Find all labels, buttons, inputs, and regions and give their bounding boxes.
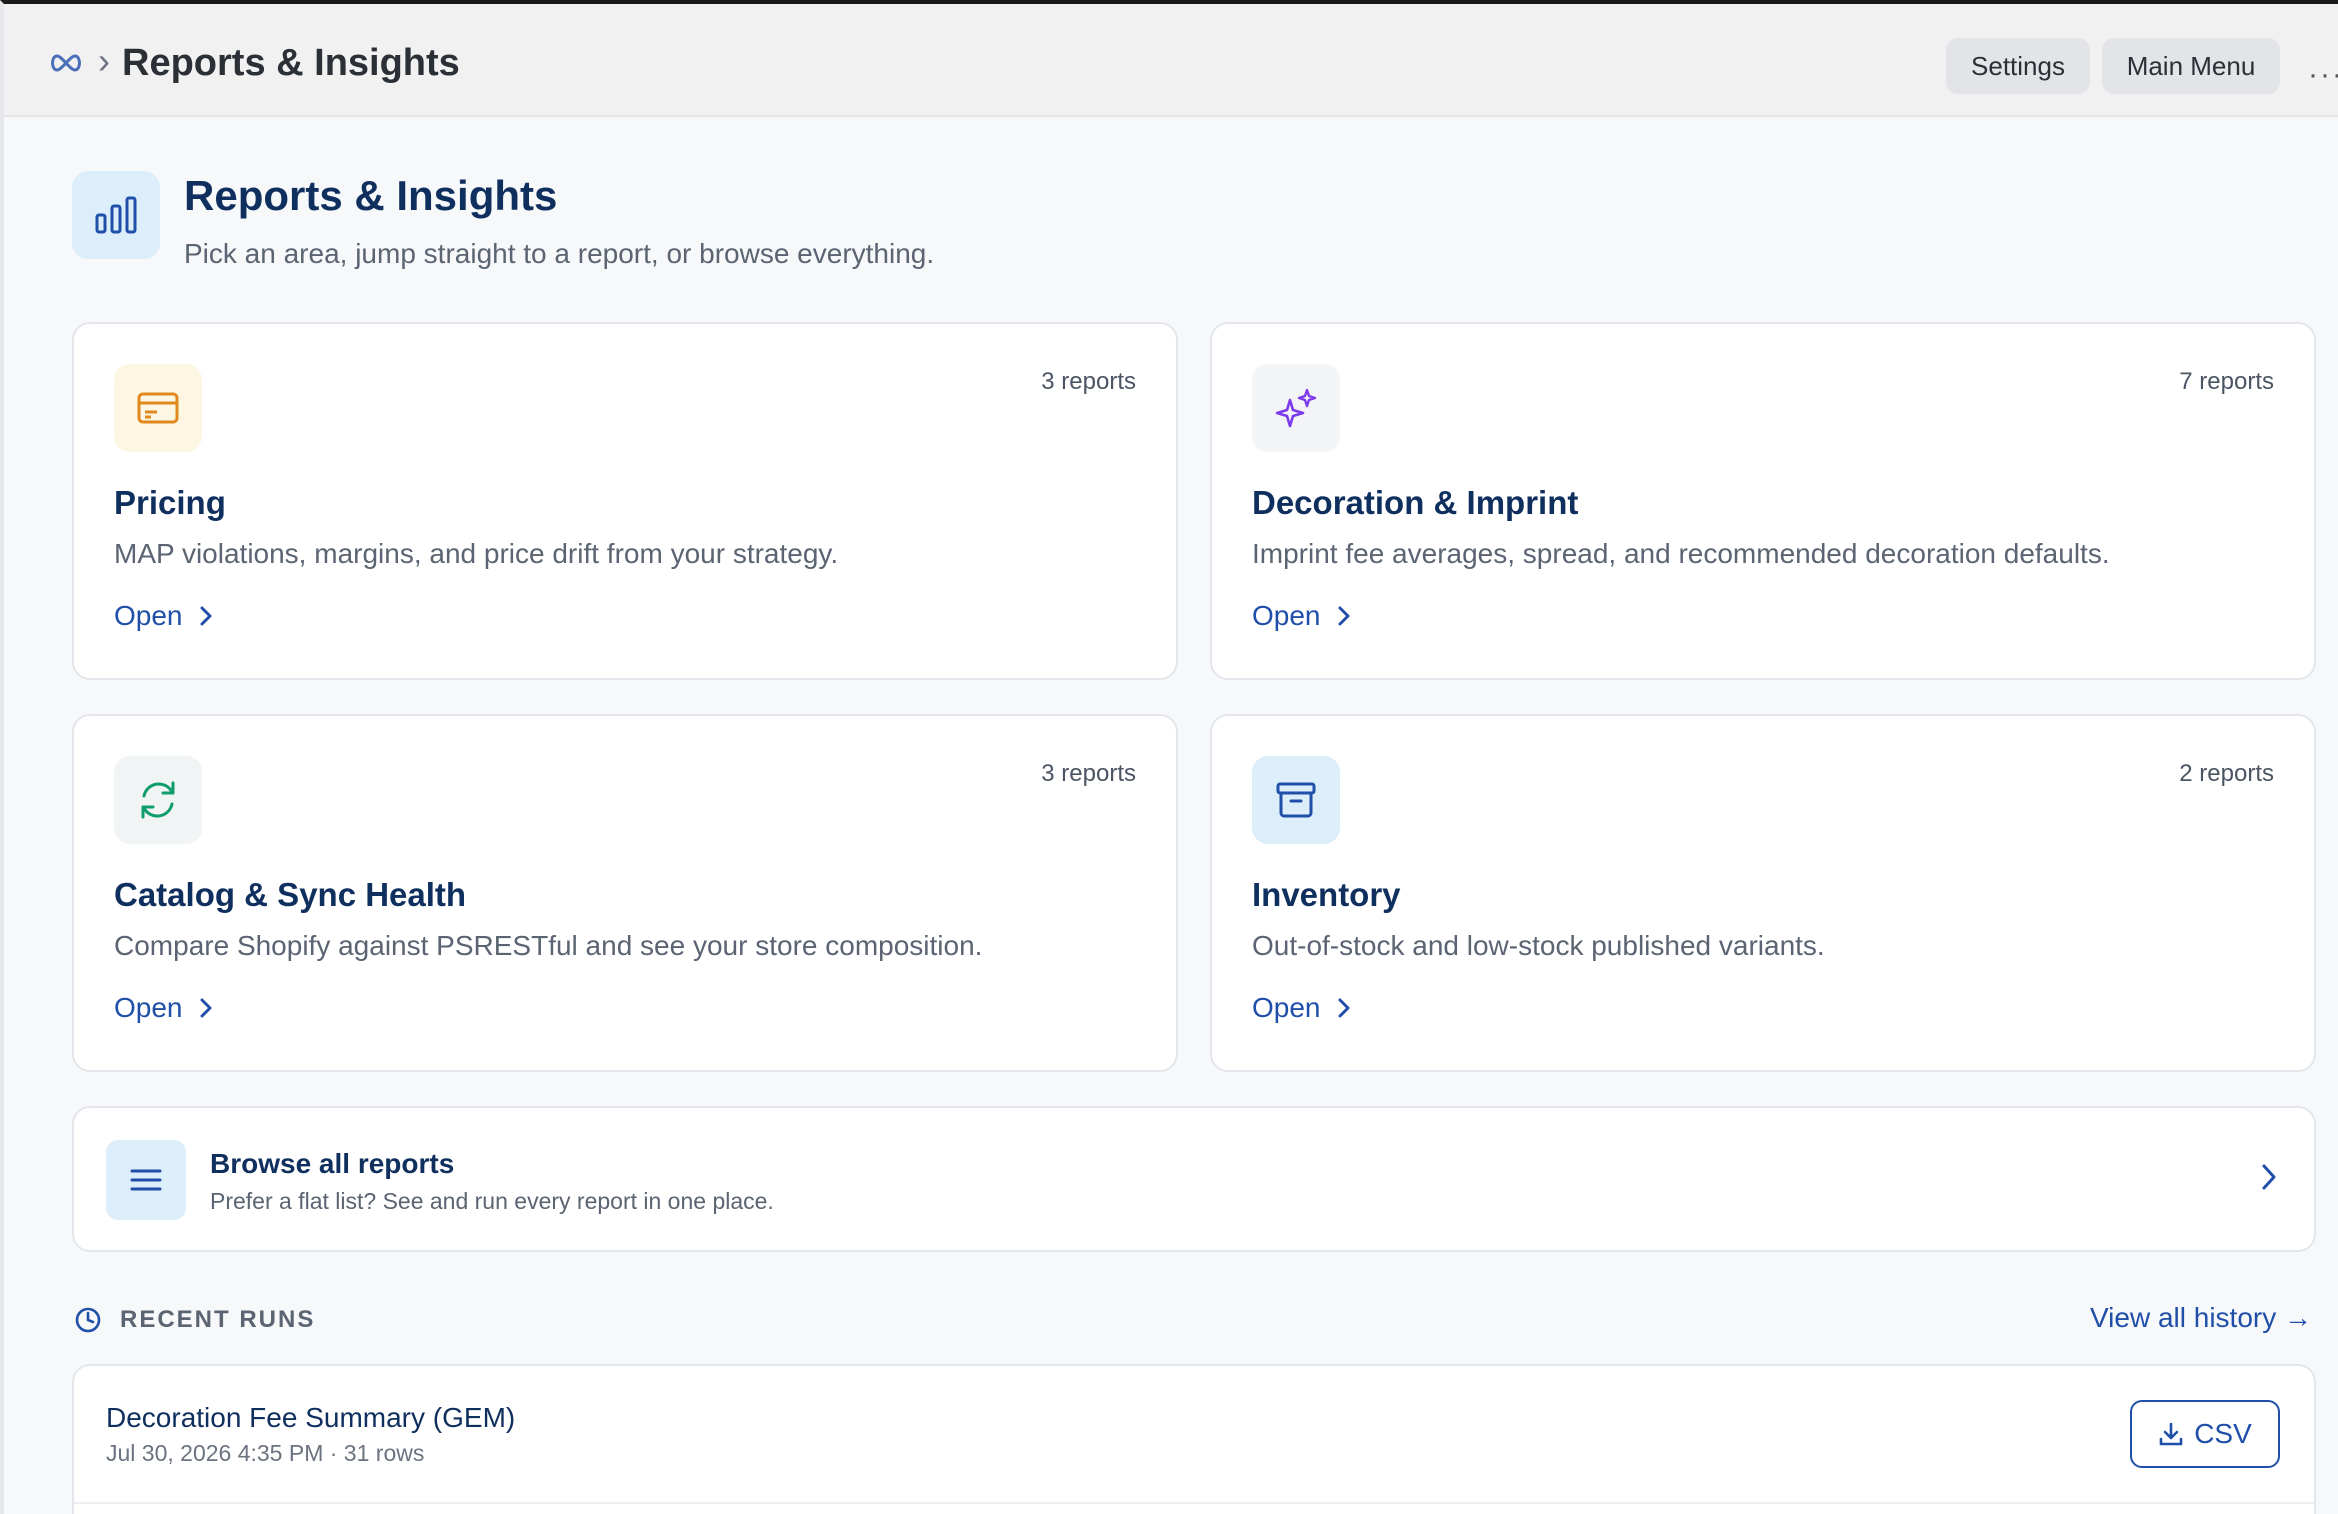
page-subtitle: Pick an area, jump straight to a report,… (184, 238, 935, 269)
run-meta: Jul 30, 2026 4:35 PM · 31 rows (106, 1440, 425, 1466)
sparkles-icon (1252, 364, 1340, 452)
breadcrumb-title: Reports & Insights (122, 42, 460, 84)
card-title: Inventory (1252, 876, 1401, 913)
open-link[interactable]: Open (1252, 600, 1351, 632)
breadcrumb-separator: › (98, 40, 110, 81)
main-menu-button[interactable]: Main Menu (2102, 38, 2280, 94)
report-count: 3 reports (1041, 760, 1136, 787)
report-card-inventory[interactable]: 2 reports Inventory Out-of-stock and low… (1210, 714, 2316, 1072)
more-options-icon[interactable]: ··· (2308, 58, 2338, 92)
browse-title: Browse all reports (210, 1148, 455, 1179)
archive-box-icon (1252, 756, 1340, 844)
browse-all-reports[interactable]: Browse all reports Prefer a flat list? S… (72, 1106, 2316, 1252)
chevron-right-icon (1338, 998, 1349, 1018)
report-count: 7 reports (2179, 368, 2274, 395)
open-label: Open (114, 600, 183, 631)
open-link[interactable]: Open (1252, 992, 1351, 1024)
card-description: Imprint fee averages, spread, and recomm… (1252, 538, 2110, 569)
row-divider (74, 1502, 2314, 1504)
infinity-icon[interactable] (48, 52, 84, 74)
report-count: 3 reports (1041, 368, 1136, 395)
card-title: Catalog & Sync Health (114, 876, 467, 913)
credit-card-icon (114, 364, 202, 452)
csv-label: CSV (2194, 1418, 2252, 1449)
recent-runs-heading: RECENT RUNS (120, 1306, 316, 1333)
view-all-history-link[interactable]: View all history → (2090, 1302, 2312, 1334)
page-title: Reports & Insights (184, 172, 558, 219)
open-link[interactable]: Open (114, 600, 213, 632)
chevron-right-icon (2262, 1164, 2276, 1190)
card-description: MAP violations, margins, and price drift… (114, 538, 839, 569)
run-title: Decoration Fee Summary (GEM) (106, 1402, 516, 1433)
recent-run-item[interactable]: Decoration Fee Summary (GEM) Jul 30, 202… (72, 1364, 2316, 1514)
card-description: Out-of-stock and low-stock published var… (1252, 930, 1825, 961)
open-label: Open (1252, 600, 1321, 631)
card-title: Decoration & Imprint (1252, 484, 1579, 521)
card-title: Pricing (114, 484, 226, 521)
report-count: 2 reports (2179, 760, 2274, 787)
card-description: Compare Shopify against PSRESTful and se… (114, 930, 983, 961)
app-frame: › Reports & Insights Settings Main Menu … (0, 0, 2338, 1514)
download-csv-button[interactable]: CSV (2130, 1400, 2280, 1468)
chevron-right-icon (200, 998, 211, 1018)
open-label: Open (114, 992, 183, 1023)
open-link[interactable]: Open (114, 992, 213, 1024)
report-card-decoration[interactable]: 7 reports Decoration & Imprint Imprint f… (1210, 322, 2316, 680)
chevron-right-icon (200, 606, 211, 626)
download-icon (2159, 1422, 2183, 1446)
list-icon (106, 1140, 186, 1220)
refresh-icon (114, 756, 202, 844)
chevron-right-icon (1338, 606, 1349, 626)
bar-chart-icon (72, 171, 160, 259)
browse-subtitle: Prefer a flat list? See and run every re… (210, 1188, 774, 1214)
clock-icon (75, 1307, 101, 1333)
open-label: Open (1252, 992, 1321, 1023)
top-bar: › Reports & Insights Settings Main Menu … (4, 4, 2338, 117)
report-card-pricing[interactable]: 3 reports Pricing MAP violations, margin… (72, 322, 1178, 680)
settings-button[interactable]: Settings (1946, 38, 2090, 94)
report-card-catalog-sync[interactable]: 3 reports Catalog & Sync Health Compare … (72, 714, 1178, 1072)
